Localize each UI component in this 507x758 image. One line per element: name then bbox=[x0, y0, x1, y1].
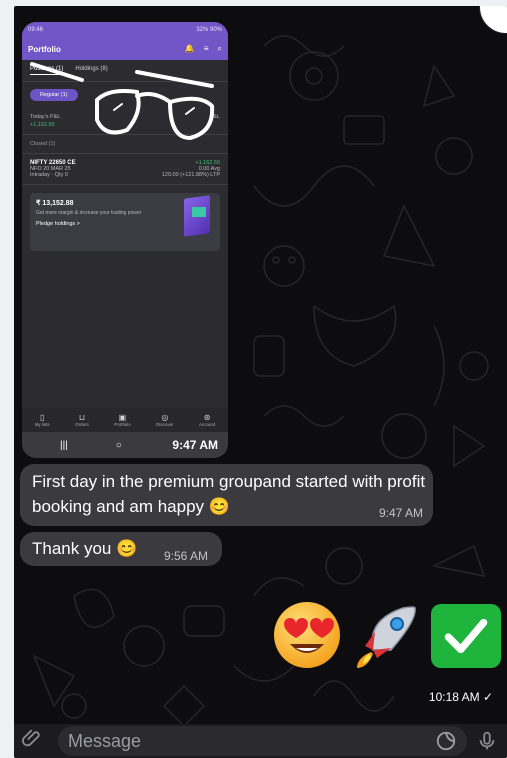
message-placeholder: Message bbox=[68, 730, 142, 751]
pledge-card: ₹ 13,152.88 Get more margin & increase y… bbox=[30, 193, 220, 251]
pledge-text: Get more margin & increase your trading … bbox=[36, 210, 142, 216]
status-right: 32% 90% bbox=[196, 27, 222, 33]
status-time: 09:46 bbox=[28, 27, 44, 33]
message-input[interactable]: Message bbox=[58, 726, 467, 756]
heart-eyes-emoji bbox=[274, 602, 340, 668]
screenshot-image-message[interactable]: 09:46 32% 90% Portfolio 🔔 ≡ ⌕ Positions … bbox=[22, 22, 228, 458]
message-text: First day in the premium groupand starte… bbox=[32, 472, 426, 516]
recents-icon: ||| bbox=[60, 439, 68, 451]
globe-icon: ◎ bbox=[161, 413, 169, 422]
home-icon: ○ bbox=[115, 439, 122, 451]
nav-label-orders: Orders bbox=[75, 422, 89, 427]
message-bubble[interactable]: Thank you 😊 9:56 AM bbox=[20, 532, 222, 566]
app-bottom-nav: ▯ My lists ⊔ Orders ▣ Portfolio ◎ Discover ⊛… bbox=[22, 408, 228, 432]
chat-window: 09:46 32% 90% Portfolio 🔔 ≡ ⌕ Positions … bbox=[14, 6, 507, 758]
pledge-illustration-accent bbox=[192, 207, 206, 217]
microphone-icon[interactable] bbox=[473, 730, 501, 752]
screenshot-time: 9:47 AM bbox=[172, 438, 218, 452]
bell-icon: 🔔 bbox=[184, 44, 195, 53]
nav-portfolio: ▣ Portfolio bbox=[114, 413, 131, 427]
message-input-bar: Message bbox=[14, 724, 507, 758]
search-icon: ⌕ bbox=[217, 44, 222, 53]
briefcase-icon: ▣ bbox=[118, 413, 127, 422]
nav-label-discover: Discover bbox=[156, 422, 174, 427]
nav-my-lists: ▯ My lists bbox=[35, 413, 50, 427]
nav-orders: ⊔ Orders bbox=[75, 413, 89, 427]
trading-app-screenshot: 09:46 32% 90% Portfolio 🔔 ≡ ⌕ Positions … bbox=[22, 22, 228, 432]
emoji-message-time: 10:18 AM ✓ bbox=[429, 690, 493, 704]
sunglasses-sticker bbox=[30, 62, 215, 141]
app-title: Portfolio bbox=[28, 44, 61, 54]
message-text: Thank you 😊 bbox=[32, 539, 138, 558]
paperclip-icon[interactable] bbox=[18, 727, 48, 755]
emoji-time-text: 10:18 AM bbox=[428, 690, 480, 704]
nav-label-my-lists: My lists bbox=[34, 422, 50, 427]
message-time: 9:47 AM bbox=[378, 506, 423, 520]
sent-check-icon: ✓ bbox=[482, 690, 493, 704]
cart-icon: ⊔ bbox=[78, 413, 86, 422]
nav-discover: ◎ Discover bbox=[156, 413, 174, 427]
position-row: NIFTY 22650 CE NFO 20 MAR 25 Intraday · … bbox=[22, 154, 228, 185]
message-bubble[interactable]: First day in the premium groupand starte… bbox=[20, 464, 433, 526]
account-icon: ⊛ bbox=[203, 413, 211, 422]
nav-label-portfolio: Portfolio bbox=[114, 422, 131, 427]
sticker-icon[interactable] bbox=[435, 730, 457, 752]
filter-icon: ≡ bbox=[203, 44, 209, 53]
phone-status-bar: 09:46 32% 90% bbox=[22, 22, 228, 38]
emoji-message[interactable] bbox=[271, 600, 507, 672]
bookmark-icon: ▯ bbox=[39, 413, 45, 422]
position-ltp: 120.00 (+121.88%) LTP bbox=[161, 172, 220, 178]
message-time: 9:56 AM bbox=[164, 549, 209, 563]
check-mark-emoji bbox=[431, 604, 501, 668]
nav-account: ⊛ Account bbox=[199, 413, 215, 427]
nav-label-account: Account bbox=[198, 422, 216, 427]
rocket-emoji bbox=[357, 606, 416, 668]
